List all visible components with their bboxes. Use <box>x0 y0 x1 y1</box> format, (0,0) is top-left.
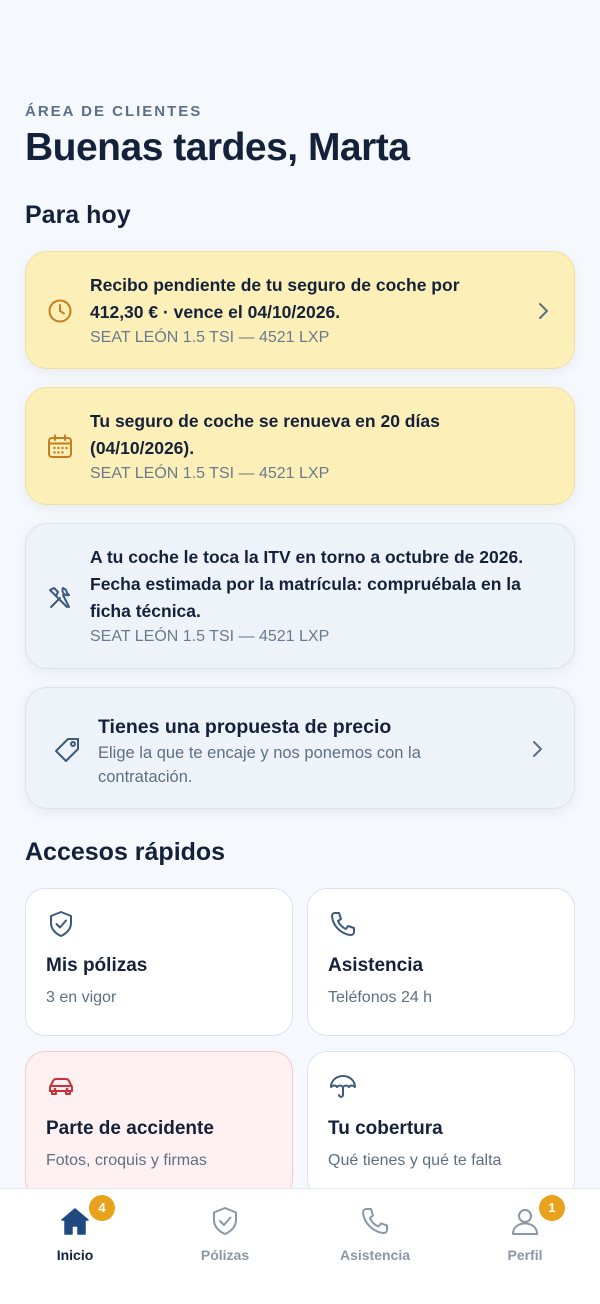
quick-assistance[interactable]: Asistencia Teléfonos 24 h <box>307 888 575 1036</box>
badge-count: 1 <box>539 1195 565 1221</box>
card-text: Fecha estimada por la matrícula: comprué… <box>90 574 521 594</box>
tag-icon <box>55 738 79 762</box>
card-sub: Elige la que te encaje y nos ponemos con… <box>98 744 421 762</box>
nav-label: Inicio <box>56 1247 94 1263</box>
card-text: Recibo pendiente de tu seguro de coche p… <box>90 275 460 295</box>
home-screen: ÁREA DE CLIENTES Buenas tardes, Marta Pa… <box>0 0 600 1188</box>
chevron-right-icon <box>533 741 542 757</box>
card-car: SEAT LEÓN 1.5 TSI — 4521 LXP <box>90 628 330 645</box>
quick-accident-report[interactable]: Parte de accidente Fotos, croquis y firm… <box>25 1051 293 1188</box>
tools-icon <box>49 587 70 608</box>
quick-sub: Teléfonos 24 h <box>328 989 433 1006</box>
card-sub: contratación. <box>98 768 193 786</box>
chevron-right-icon <box>539 303 548 319</box>
home-icon <box>61 1208 89 1235</box>
quick-coverage[interactable]: Tu cobertura Qué tienes y qué te falta <box>307 1051 575 1188</box>
section-title-quick: Accesos rápidos <box>25 838 226 866</box>
nav-label: Perfil <box>507 1247 543 1263</box>
page-title: Buenas tardes, Marta <box>25 126 410 169</box>
phone-icon <box>362 1208 388 1234</box>
quick-sub: Qué tienes y qué te falta <box>328 1152 502 1169</box>
umbrella-icon <box>330 1075 356 1098</box>
user-icon <box>512 1209 538 1235</box>
nav-label: Pólizas <box>200 1247 250 1263</box>
eyebrow-label: ÁREA DE CLIENTES <box>25 103 203 120</box>
card-car: SEAT LEÓN 1.5 TSI — 4521 LXP <box>90 329 330 346</box>
section-title-today: Para hoy <box>25 201 131 229</box>
card-price-proposal[interactable]: Tienes una propuesta de precio Elige la … <box>25 687 575 809</box>
quick-title: Mis pólizas <box>46 955 148 976</box>
nav-item-home[interactable]: 4 Inicio <box>15 1195 135 1275</box>
quick-policies[interactable]: Mis pólizas 3 en vigor <box>25 888 293 1036</box>
car-icon <box>49 1078 73 1095</box>
phone-icon <box>331 912 355 936</box>
card-text: A tu coche le toca la ITV en torno a oct… <box>90 547 524 567</box>
quick-title: Parte de accidente <box>46 1118 214 1139</box>
nav-label: Asistencia <box>339 1247 411 1263</box>
card-text: 412,30 € · vence el 04/10/2026. <box>90 302 341 322</box>
quick-sub: Fotos, croquis y firmas <box>46 1152 207 1169</box>
quick-title: Asistencia <box>328 955 424 976</box>
calendar-icon <box>48 434 72 458</box>
quick-sub: 3 en vigor <box>46 989 117 1006</box>
card-pending-receipt[interactable]: Recibo pendiente de tu seguro de coche p… <box>25 251 575 369</box>
card-text: (04/10/2026). <box>90 438 195 458</box>
badge-count: 4 <box>89 1195 115 1221</box>
card-car: SEAT LEÓN 1.5 TSI — 4521 LXP <box>90 465 330 482</box>
shield-check-icon <box>50 911 72 937</box>
nav-item-assistance[interactable]: Asistencia <box>315 1205 435 1275</box>
card-itv[interactable]: A tu coche le toca la ITV en torno a oct… <box>25 523 575 669</box>
card-text: ficha técnica. <box>90 601 201 621</box>
clock-icon <box>48 299 72 323</box>
card-renewal[interactable]: Tu seguro de coche se renueva en 20 días… <box>25 387 575 505</box>
quick-title: Tu cobertura <box>328 1118 443 1139</box>
nav-item-policies[interactable]: Pólizas <box>165 1205 285 1275</box>
card-text: Tu seguro de coche se renueva en 20 días <box>90 411 440 431</box>
card-title: Tienes una propuesta de precio <box>98 716 392 738</box>
shield-check-icon <box>213 1207 237 1235</box>
bottom-nav: 4 Inicio Pólizas Asistencia 1 Perfil <box>0 1188 600 1304</box>
nav-item-profile[interactable]: 1 Perfil <box>465 1195 585 1275</box>
